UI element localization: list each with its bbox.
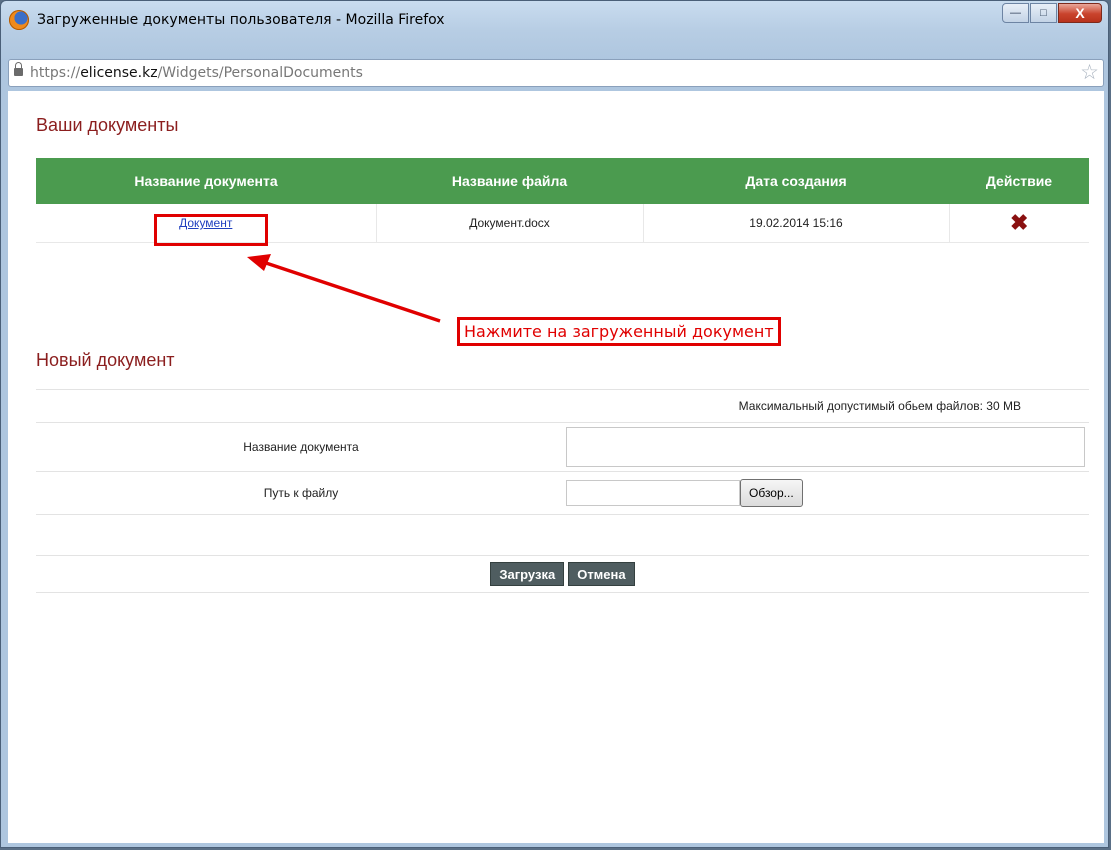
firefox-icon (9, 10, 29, 30)
column-header-doc-name: Название документа (36, 158, 376, 204)
file-path-label: Путь к файлу (36, 471, 566, 515)
page-content: Ваши документы Название документа Назван… (8, 91, 1104, 843)
window-controls: — □ X (1001, 3, 1102, 23)
annotation-callout: Нажмите на загруженный документ (457, 317, 781, 346)
close-icon: X (1075, 5, 1085, 21)
cancel-button[interactable]: Отмена (568, 562, 635, 586)
file-path-cell: Обзор... (566, 471, 1089, 515)
cell-created: 19.02.2014 15:16 (642, 204, 949, 243)
new-document-form: Максимальный допустимый обьем файлов: 30… (36, 389, 1089, 515)
column-header-created: Дата создания (643, 158, 949, 204)
maximize-button[interactable]: □ (1030, 3, 1057, 23)
url-scheme: https:// (30, 65, 81, 81)
bookmark-star-icon[interactable]: ☆ (1080, 61, 1099, 85)
maximize-icon: □ (1040, 7, 1047, 19)
doc-name-input[interactable] (566, 427, 1085, 467)
cell-action: ✖ (948, 204, 1089, 243)
browser-window: Загруженные документы пользователя - Moz… (0, 0, 1109, 848)
url-text[interactable]: https://elicense.kz/Widgets/PersonalDocu… (30, 65, 363, 81)
cell-file-name: Документ.docx (375, 204, 643, 243)
new-document-heading: Новый документ (36, 350, 175, 370)
browse-button[interactable]: Обзор... (740, 479, 803, 507)
file-path-input[interactable] (566, 480, 740, 506)
form-row-name: Название документа (36, 422, 1089, 472)
upload-button[interactable]: Загрузка (490, 562, 565, 586)
delete-icon[interactable]: ✖ (1010, 210, 1028, 235)
lock-icon (14, 62, 23, 76)
table-header-row: Название документа Название файла Дата с… (36, 158, 1089, 204)
highlight-box (154, 214, 268, 246)
form-actions: Загрузка Отмена (36, 555, 1089, 593)
column-header-file-name: Название файла (376, 158, 643, 204)
url-path: /Widgets/PersonalDocuments (157, 65, 363, 81)
form-row-path: Путь к файлу Обзор... (36, 471, 1089, 515)
address-bar[interactable]: https://elicense.kz/Widgets/PersonalDocu… (8, 59, 1104, 87)
minimize-icon: — (1010, 7, 1021, 19)
doc-name-label: Название документа (36, 422, 566, 472)
column-header-action: Действие (949, 158, 1089, 204)
form-row-maxsize: Максимальный допустимый обьем файлов: 30… (36, 389, 1089, 423)
doc-name-cell (566, 422, 1089, 472)
close-button[interactable]: X (1058, 3, 1102, 23)
window-title: Загруженные документы пользователя - Moz… (37, 12, 445, 28)
url-host: elicense.kz (80, 65, 158, 81)
minimize-button[interactable]: — (1002, 3, 1029, 23)
your-documents-heading: Ваши документы (36, 115, 179, 135)
max-size-note: Максимальный допустимый обьем файлов: 30… (36, 389, 1089, 423)
title-bar[interactable]: Загруженные документы пользователя - Moz… (1, 1, 1108, 53)
